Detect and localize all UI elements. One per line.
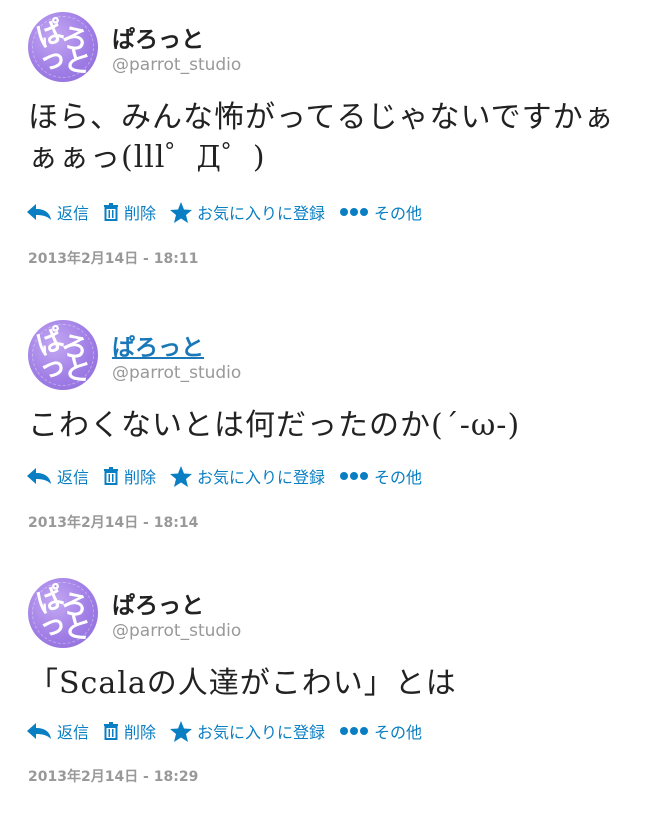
screen-name[interactable]: @parrot_studio: [112, 621, 241, 641]
delete-button[interactable]: 削除: [103, 464, 156, 488]
tweet-text: 「Scalaの人達がこわい」とは: [28, 666, 457, 701]
favorite-button[interactable]: お気に入りに登録: [170, 719, 325, 743]
tweet: ぱろっと ぱろっと @parrot_studio こわくないとは何だったのか(´…: [0, 308, 659, 568]
reply-label: 返信: [57, 204, 90, 223]
favorite-label: お気に入りに登録: [197, 723, 326, 742]
delete-button[interactable]: 削除: [103, 200, 156, 224]
favorite-button[interactable]: お気に入りに登録: [170, 464, 325, 488]
ellipsis-icon: [340, 208, 369, 216]
avatar[interactable]: ぱろっと: [28, 578, 98, 648]
ellipsis-icon: [340, 727, 369, 735]
reply-label: 返信: [57, 723, 90, 742]
tweet-text: こわくないとは何だったのか(´-ω-): [28, 408, 521, 443]
display-name[interactable]: ぱろっと: [112, 328, 204, 362]
reply-icon: [27, 204, 51, 220]
trash-icon: [104, 467, 119, 485]
reply-button[interactable]: 返信: [26, 464, 89, 488]
reply-icon: [27, 723, 51, 739]
screen-name[interactable]: @parrot_studio: [112, 363, 241, 383]
more-button[interactable]: その他: [339, 464, 422, 488]
trash-icon: [104, 203, 119, 221]
favorite-label: お気に入りに登録: [197, 204, 326, 223]
trash-icon: [104, 722, 119, 740]
delete-label: 削除: [124, 723, 157, 742]
tweet: ぱろっと ぱろっと @parrot_studio ほら、みんな怖がってるじゃない…: [0, 0, 659, 267]
favorite-button[interactable]: お気に入りに登録: [170, 200, 325, 224]
tweet-actions: 返信 削除 お気に入りに登録 その他: [26, 719, 436, 743]
timestamp[interactable]: 2013年2月14日 - 18:29: [28, 766, 198, 786]
star-icon: [170, 465, 193, 487]
ellipsis-icon: [340, 472, 369, 480]
avatar-logo: ぱろっと: [32, 15, 94, 81]
display-name[interactable]: ぱろっと: [112, 20, 204, 54]
avatar-logo: ぱろっと: [32, 581, 94, 647]
tweet-text: ほら、みんな怖がってるじゃないですかぁぁぁっ(lll゜Д゜): [28, 100, 615, 175]
delete-button[interactable]: 削除: [103, 719, 156, 743]
timestamp[interactable]: 2013年2月14日 - 18:11: [28, 248, 198, 268]
more-label: その他: [374, 204, 423, 223]
favorite-label: お気に入りに登録: [197, 468, 326, 487]
display-name[interactable]: ぱろっと: [112, 586, 204, 620]
screen-name[interactable]: @parrot_studio: [112, 55, 241, 75]
more-label: その他: [374, 468, 423, 487]
avatar-logo: ぱろっと: [32, 323, 94, 389]
more-label: その他: [374, 723, 423, 742]
reply-label: 返信: [57, 468, 90, 487]
reply-button[interactable]: 返信: [26, 719, 89, 743]
timestamp[interactable]: 2013年2月14日 - 18:14: [28, 512, 198, 532]
tweet-actions: 返信 削除 お気に入りに登録 その他: [26, 200, 436, 224]
tweet-actions: 返信 削除 お気に入りに登録 その他: [26, 464, 436, 488]
reply-icon: [27, 468, 51, 484]
delete-label: 削除: [124, 468, 157, 487]
star-icon: [170, 720, 193, 742]
delete-label: 削除: [124, 204, 157, 223]
avatar[interactable]: ぱろっと: [28, 12, 98, 82]
more-button[interactable]: その他: [339, 200, 422, 224]
tweet: ぱろっと ぱろっと @parrot_studio 「Scalaの人達がこわい」と…: [0, 566, 659, 826]
star-icon: [170, 201, 193, 223]
avatar[interactable]: ぱろっと: [28, 320, 98, 390]
reply-button[interactable]: 返信: [26, 200, 89, 224]
more-button[interactable]: その他: [339, 719, 422, 743]
